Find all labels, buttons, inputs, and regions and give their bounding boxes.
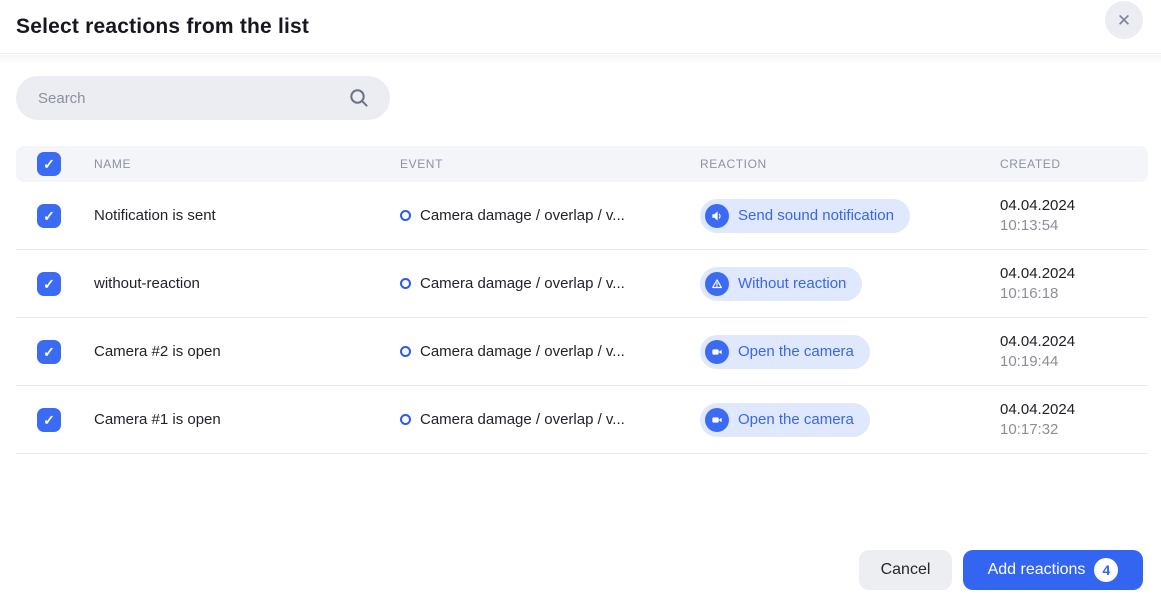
cancel-button-label: Cancel bbox=[881, 561, 931, 579]
table-header-row: ✓ NAME EVENT REACTION CREATED bbox=[16, 146, 1148, 182]
close-button[interactable]: ✕ bbox=[1105, 1, 1143, 39]
event-type-icon bbox=[400, 210, 411, 221]
select-all-checkbox[interactable]: ✓ bbox=[37, 152, 61, 176]
event-type-icon bbox=[400, 278, 411, 289]
reaction-chip[interactable]: Open the camera bbox=[700, 403, 870, 437]
reaction-name: Camera #2 is open bbox=[94, 343, 400, 360]
created-time: 10:13:54 bbox=[1000, 217, 1148, 234]
column-header-event: EVENT bbox=[400, 157, 700, 171]
event-label: Camera damage / overlap / v... bbox=[420, 343, 625, 360]
search-input[interactable] bbox=[16, 76, 348, 120]
created-date: 04.04.2024 bbox=[1000, 265, 1148, 282]
event-label: Camera damage / overlap / v... bbox=[420, 275, 625, 292]
close-icon: ✕ bbox=[1117, 12, 1131, 29]
check-icon: ✓ bbox=[43, 157, 55, 171]
check-icon: ✓ bbox=[43, 277, 55, 291]
created-time: 10:19:44 bbox=[1000, 353, 1148, 370]
reaction-name: Camera #1 is open bbox=[94, 411, 400, 428]
created-time: 10:16:18 bbox=[1000, 285, 1148, 302]
header-shadow bbox=[0, 55, 1161, 64]
modal-header: Select reactions from the list bbox=[0, 0, 1161, 54]
reaction-chip[interactable]: Open the camera bbox=[700, 335, 870, 369]
modal-footer: Cancel Add reactions 4 bbox=[859, 550, 1143, 590]
created-date: 04.04.2024 bbox=[1000, 197, 1148, 214]
event-label: Camera damage / overlap / v... bbox=[420, 207, 625, 224]
table-row[interactable]: ✓ Camera #2 is open Camera damage / over… bbox=[16, 318, 1148, 386]
column-header-reaction: REACTION bbox=[700, 157, 1000, 171]
sound-notification-icon bbox=[705, 204, 729, 228]
column-header-created: CREATED bbox=[1000, 157, 1148, 171]
video-camera-icon bbox=[705, 340, 729, 364]
selected-count-badge: 4 bbox=[1094, 558, 1118, 582]
row-checkbox[interactable]: ✓ bbox=[37, 204, 61, 228]
event-type-icon bbox=[400, 414, 411, 425]
check-icon: ✓ bbox=[43, 209, 55, 223]
event-label: Camera damage / overlap / v... bbox=[420, 411, 625, 428]
created-date: 04.04.2024 bbox=[1000, 401, 1148, 418]
check-icon: ✓ bbox=[43, 413, 55, 427]
created-time: 10:17:32 bbox=[1000, 421, 1148, 438]
table-row[interactable]: ✓ without-reaction Camera damage / overl… bbox=[16, 250, 1148, 318]
reaction-chip-label: Open the camera bbox=[738, 411, 854, 428]
search-icon[interactable] bbox=[348, 87, 370, 109]
row-checkbox[interactable]: ✓ bbox=[37, 340, 61, 364]
cancel-button[interactable]: Cancel bbox=[859, 550, 952, 590]
created-date: 04.04.2024 bbox=[1000, 333, 1148, 350]
warning-icon bbox=[705, 272, 729, 296]
reaction-name: Notification is sent bbox=[94, 207, 400, 224]
reaction-chip-label: Without reaction bbox=[738, 275, 846, 292]
add-reactions-button[interactable]: Add reactions 4 bbox=[963, 550, 1143, 590]
reactions-table: ✓ NAME EVENT REACTION CREATED ✓ Notifica… bbox=[16, 146, 1148, 454]
search-bar bbox=[16, 76, 390, 120]
video-camera-icon bbox=[705, 408, 729, 432]
row-checkbox[interactable]: ✓ bbox=[37, 408, 61, 432]
reaction-chip-label: Send sound notification bbox=[738, 207, 894, 224]
reaction-chip[interactable]: Without reaction bbox=[700, 267, 862, 301]
reaction-chip-label: Open the camera bbox=[738, 343, 854, 360]
table-row[interactable]: ✓ Notification is sent Camera damage / o… bbox=[16, 182, 1148, 250]
page-title: Select reactions from the list bbox=[16, 15, 309, 39]
column-header-name: NAME bbox=[94, 157, 400, 171]
check-icon: ✓ bbox=[43, 345, 55, 359]
row-checkbox[interactable]: ✓ bbox=[37, 272, 61, 296]
reaction-chip[interactable]: Send sound notification bbox=[700, 199, 910, 233]
event-type-icon bbox=[400, 346, 411, 357]
add-reactions-label: Add reactions bbox=[988, 561, 1086, 579]
reaction-name: without-reaction bbox=[94, 275, 400, 292]
table-row[interactable]: ✓ Camera #1 is open Camera damage / over… bbox=[16, 386, 1148, 454]
